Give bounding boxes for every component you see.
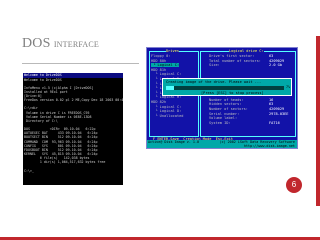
drive-info-label: System ID: [209,120,231,125]
progress-bar [166,86,284,90]
drive-info-value: 2978-03EE [269,111,289,116]
progress-message: Creating image of the drive. Please wait… [166,80,262,84]
drive-list-item[interactable]: └ Unallocated [151,114,183,118]
page-number-badge: 6 [286,177,302,193]
slide-title-rest: interface [53,36,100,50]
title-underline [22,63,139,64]
slide-title-first: DOS [22,36,51,51]
dos-console-screenshot: Welcome to DriveDOS Welcome to DriveDOS I… [23,73,123,185]
drive-info-label: Size: [209,63,220,68]
drive-info-value: FAT16 [269,120,280,125]
accent-bar-right [316,36,320,206]
drives-header: Drives [166,49,179,54]
progress-percent: 7% [286,85,291,89]
progress-dialog: Creating image of the drive. Please wait… [162,78,292,96]
dos-console-output: Welcome to DriveDOS InfoMenu v1.5 (c)Alph… [23,78,123,173]
status-bar: Active@ Disk Image v. 1.0 (c) 2002 LSoft… [147,140,297,148]
drive-info-value: 2.0 Gb [269,63,282,68]
disk-image-screenshot: Drives Floppy 0: HDD 80h └ Logical C: HDD … [146,47,298,149]
status-line-2: http://www.disk-image.net [148,144,295,148]
progress-hint: [Press [ESC] to stop process] [201,91,264,95]
drive-info-header: Logical drive C: [229,49,264,54]
dos-console-line: C:\>_ [24,168,34,173]
slide-title: DOS interface [22,36,99,52]
progress-bar-fill [166,86,175,90]
dos-console-line: FreeDos version 0.02 pl 2 ME,Copy Dec 18… [24,98,123,103]
